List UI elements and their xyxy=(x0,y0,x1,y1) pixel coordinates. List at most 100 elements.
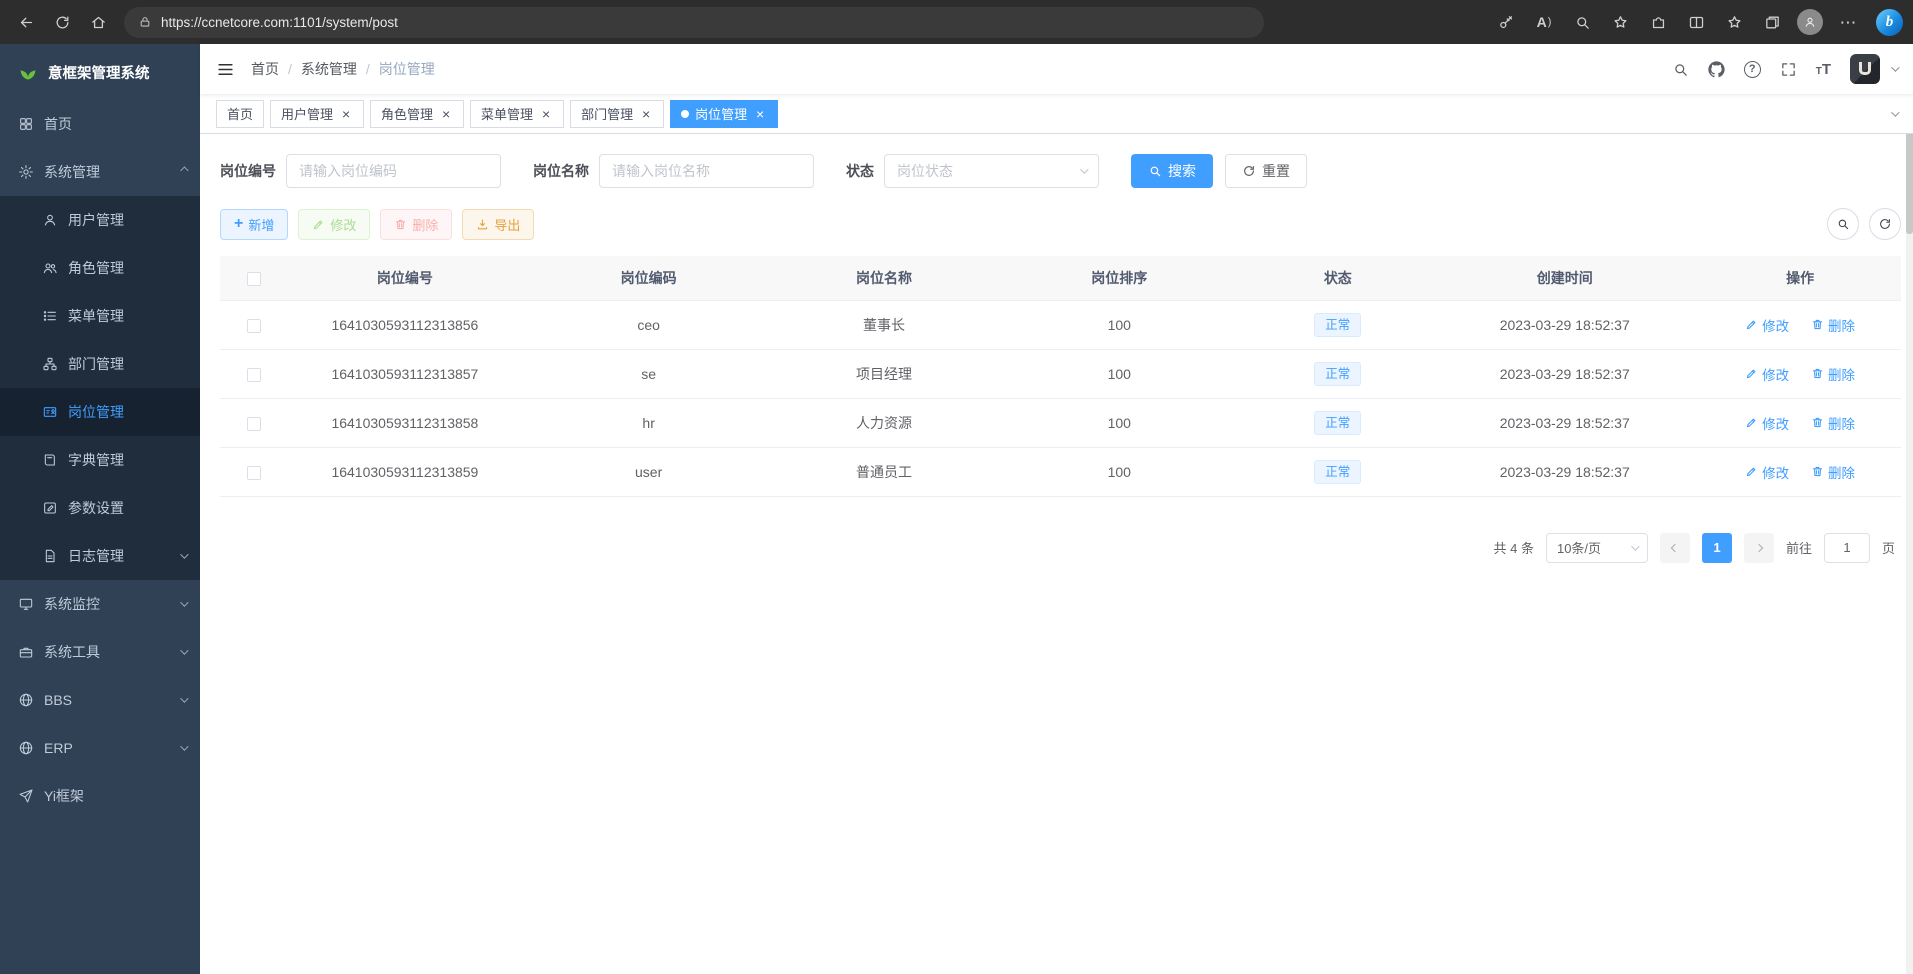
select-all-checkbox[interactable] xyxy=(247,272,261,286)
sidebar-item-tools[interactable]: 系统工具 xyxy=(0,628,200,676)
read-aloud-icon[interactable] xyxy=(1526,5,1562,39)
row-edit-link[interactable]: 修改 xyxy=(1745,315,1789,335)
breadcrumb-current: 岗位管理 xyxy=(379,59,435,79)
add-button[interactable]: 新增 xyxy=(220,209,288,240)
sidebar-item-role-mgmt[interactable]: 角色管理 xyxy=(0,244,200,292)
row-delete-link[interactable]: 删除 xyxy=(1811,364,1855,384)
page-size-select[interactable]: 10条/页 xyxy=(1546,533,1648,563)
sidebar-item-param-settings[interactable]: 参数设置 xyxy=(0,484,200,532)
sidebar-item-log-mgmt[interactable]: 日志管理 xyxy=(0,532,200,580)
toggle-search-button[interactable] xyxy=(1827,208,1859,240)
add-favorite-icon[interactable] xyxy=(1602,5,1638,39)
sidebar-item-user-mgmt[interactable]: 用户管理 xyxy=(0,196,200,244)
chevron-up-icon xyxy=(180,166,188,174)
refresh-table-button[interactable] xyxy=(1869,208,1901,240)
tab-user-mgmt[interactable]: 用户管理 xyxy=(270,100,364,128)
sidebar-item-monitor[interactable]: 系统监控 xyxy=(0,580,200,628)
close-icon[interactable] xyxy=(753,107,767,121)
delete-button[interactable]: 删除 xyxy=(380,209,452,240)
extensions-icon[interactable] xyxy=(1640,5,1676,39)
help-icon[interactable] xyxy=(1744,61,1761,78)
row-edit-link[interactable]: 修改 xyxy=(1745,462,1789,482)
tab-menu-mgmt[interactable]: 菜单管理 xyxy=(470,100,564,128)
close-icon[interactable] xyxy=(339,107,353,121)
close-icon[interactable] xyxy=(539,107,553,121)
table-header-row: 岗位编号 岗位编码 岗位名称 岗位排序 状态 创建时间 操作 xyxy=(220,256,1901,300)
close-icon[interactable] xyxy=(439,107,453,121)
chevron-down-icon xyxy=(180,694,188,702)
send-icon xyxy=(18,788,34,804)
browser-profile-avatar[interactable] xyxy=(1792,5,1828,39)
edit-button[interactable]: 修改 xyxy=(298,209,370,240)
cell-post-name: 普通员工 xyxy=(775,447,994,496)
column-created: 创建时间 xyxy=(1430,256,1699,300)
export-button[interactable]: 导出 xyxy=(462,209,534,240)
row-checkbox[interactable] xyxy=(247,319,261,333)
collections-icon[interactable] xyxy=(1754,5,1790,39)
sidebar-item-system[interactable]: 系统管理 xyxy=(0,148,200,196)
next-page-button[interactable] xyxy=(1744,533,1774,563)
row-delete-link[interactable]: 删除 xyxy=(1811,462,1855,482)
chevron-down-icon xyxy=(180,550,188,558)
post-code-input[interactable] xyxy=(286,154,501,188)
row-delete-link[interactable]: 删除 xyxy=(1811,413,1855,433)
sidebar-item-home[interactable]: 首页 xyxy=(0,100,200,148)
tab-post-mgmt[interactable]: 岗位管理 xyxy=(670,100,778,128)
prev-page-button[interactable] xyxy=(1660,533,1690,563)
sidebar-item-dict-mgmt[interactable]: 字典管理 xyxy=(0,436,200,484)
cell-post-id: 1641030593112313858 xyxy=(287,398,522,447)
browser-home-button[interactable] xyxy=(80,5,116,39)
refresh-icon xyxy=(1878,217,1892,231)
goto-page-input[interactable] xyxy=(1824,533,1870,563)
chevron-down-icon xyxy=(180,742,188,750)
sidebar-toggle-icon[interactable] xyxy=(216,60,235,79)
row-checkbox[interactable] xyxy=(247,368,261,382)
fullscreen-icon[interactable] xyxy=(1780,61,1797,78)
chevron-right-icon xyxy=(1755,543,1763,551)
sidebar-item-post-mgmt[interactable]: 岗位管理 xyxy=(0,388,200,436)
browser-menu-icon[interactable] xyxy=(1830,5,1866,39)
avatar-caret-icon[interactable] xyxy=(1891,63,1899,71)
row-edit-link[interactable]: 修改 xyxy=(1745,413,1789,433)
user-avatar[interactable] xyxy=(1850,54,1880,84)
browser-chrome: https://ccnetcore.com:1101/system/post xyxy=(0,0,1913,44)
key-icon[interactable] xyxy=(1488,5,1524,39)
copilot-icon[interactable] xyxy=(1876,9,1903,36)
pencil-icon xyxy=(1745,416,1758,429)
github-icon[interactable] xyxy=(1708,61,1725,78)
search-button[interactable]: 搜索 xyxy=(1131,154,1213,188)
browser-refresh-button[interactable] xyxy=(44,5,80,39)
search-icon[interactable] xyxy=(1672,61,1689,78)
split-screen-icon[interactable] xyxy=(1678,5,1714,39)
tab-home[interactable]: 首页 xyxy=(216,100,264,128)
tab-dept-mgmt[interactable]: 部门管理 xyxy=(570,100,664,128)
list-icon xyxy=(42,308,58,324)
cell-post-code: hr xyxy=(523,398,775,447)
status-select[interactable]: 岗位状态 xyxy=(884,154,1099,188)
breadcrumb-section[interactable]: 系统管理 xyxy=(301,59,357,79)
tabs-overflow-icon[interactable] xyxy=(1891,108,1899,116)
sidebar-item-bbs[interactable]: BBS xyxy=(0,676,200,724)
tab-role-mgmt[interactable]: 角色管理 xyxy=(370,100,464,128)
font-size-icon[interactable] xyxy=(1816,61,1831,78)
row-checkbox[interactable] xyxy=(247,466,261,480)
browser-back-button[interactable] xyxy=(8,5,44,39)
sidebar-item-yi-framework[interactable]: Yi框架 xyxy=(0,772,200,820)
address-bar[interactable]: https://ccnetcore.com:1101/system/post xyxy=(124,7,1264,38)
breadcrumb-home[interactable]: 首页 xyxy=(251,59,279,79)
reset-button[interactable]: 重置 xyxy=(1225,154,1307,188)
post-name-input[interactable] xyxy=(599,154,814,188)
row-edit-link[interactable]: 修改 xyxy=(1745,364,1789,384)
row-checkbox[interactable] xyxy=(247,417,261,431)
sidebar-item-erp[interactable]: ERP xyxy=(0,724,200,772)
globe-icon xyxy=(18,740,34,756)
page-number-button[interactable]: 1 xyxy=(1702,533,1732,563)
page-scrollbar[interactable] xyxy=(1906,44,1913,974)
sidebar-item-dept-mgmt[interactable]: 部门管理 xyxy=(0,340,200,388)
table-row: 1641030593112313857 se 项目经理 100 正常 2023-… xyxy=(220,349,1901,398)
zoom-icon[interactable] xyxy=(1564,5,1600,39)
favorites-icon[interactable] xyxy=(1716,5,1752,39)
sidebar-item-menu-mgmt[interactable]: 菜单管理 xyxy=(0,292,200,340)
row-delete-link[interactable]: 删除 xyxy=(1811,315,1855,335)
close-icon[interactable] xyxy=(639,107,653,121)
